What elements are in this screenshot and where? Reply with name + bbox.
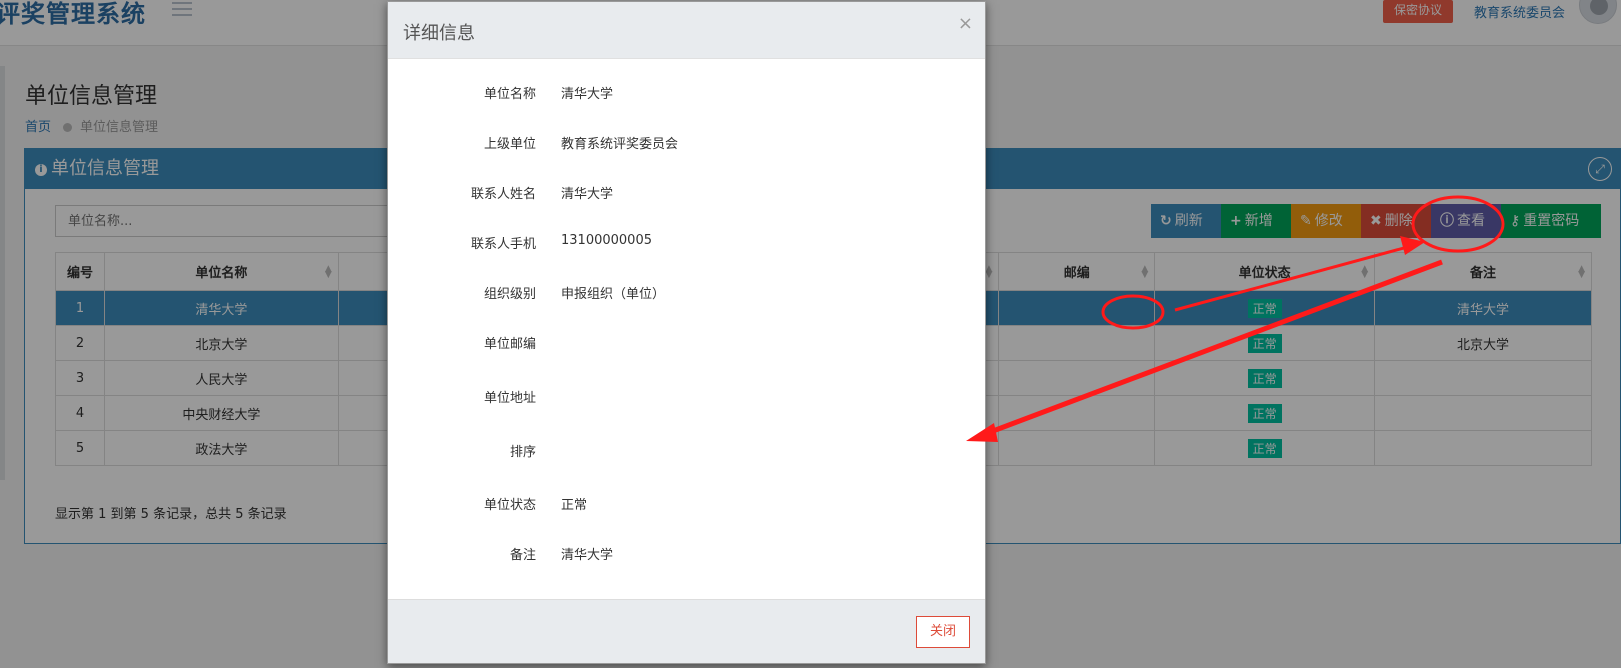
close-button[interactable]: 关闭 [916,616,970,648]
close-icon[interactable]: × [958,13,973,34]
field-postcode: 单位邮编 [388,333,987,353]
field-label: 联系人姓名 [470,187,536,202]
field-label: 组织级别 [483,287,536,302]
field-status: 单位状态 正常 [388,494,987,514]
field-value: 清华大学 [561,187,614,202]
modal-footer: 关闭 [388,599,985,663]
field-unit-name: 单位名称 清华大学 [388,83,987,103]
field-label: 上级单位 [483,137,536,152]
field-value: 教育系统评奖委员会 [561,137,679,152]
field-label: 单位地址 [483,391,536,406]
field-value: 13100000005 [561,233,652,248]
field-remark: 备注 清华大学 [388,544,987,564]
modal-header: 详细信息 × [388,2,985,59]
field-value: 正常 [561,498,588,513]
field-label: 单位邮编 [483,337,536,352]
field-address: 单位地址 [388,387,987,407]
field-value: 申报组织（单位） [561,287,666,302]
field-label: 联系人手机 [470,237,536,252]
field-label: 单位名称 [483,87,536,102]
field-org-level: 组织级别 申报组织（单位） [388,283,987,303]
field-sort-order: 排序 [388,441,987,461]
field-label: 单位状态 [483,498,536,513]
detail-modal: 详细信息 × 单位名称 清华大学 上级单位 教育系统评奖委员会 联系人姓名 清华大学 … [387,1,986,664]
field-parent-unit: 上级单位 教育系统评奖委员会 [388,133,987,153]
field-value: 清华大学 [561,548,614,563]
modal-title: 详细信息 [403,23,475,44]
field-contact-name: 联系人姓名 清华大学 [388,183,987,203]
field-label: 排序 [509,445,536,460]
field-label: 备注 [509,548,536,563]
field-contact-phone: 联系人手机 13100000005 [388,233,987,253]
field-value: 清华大学 [561,87,614,102]
